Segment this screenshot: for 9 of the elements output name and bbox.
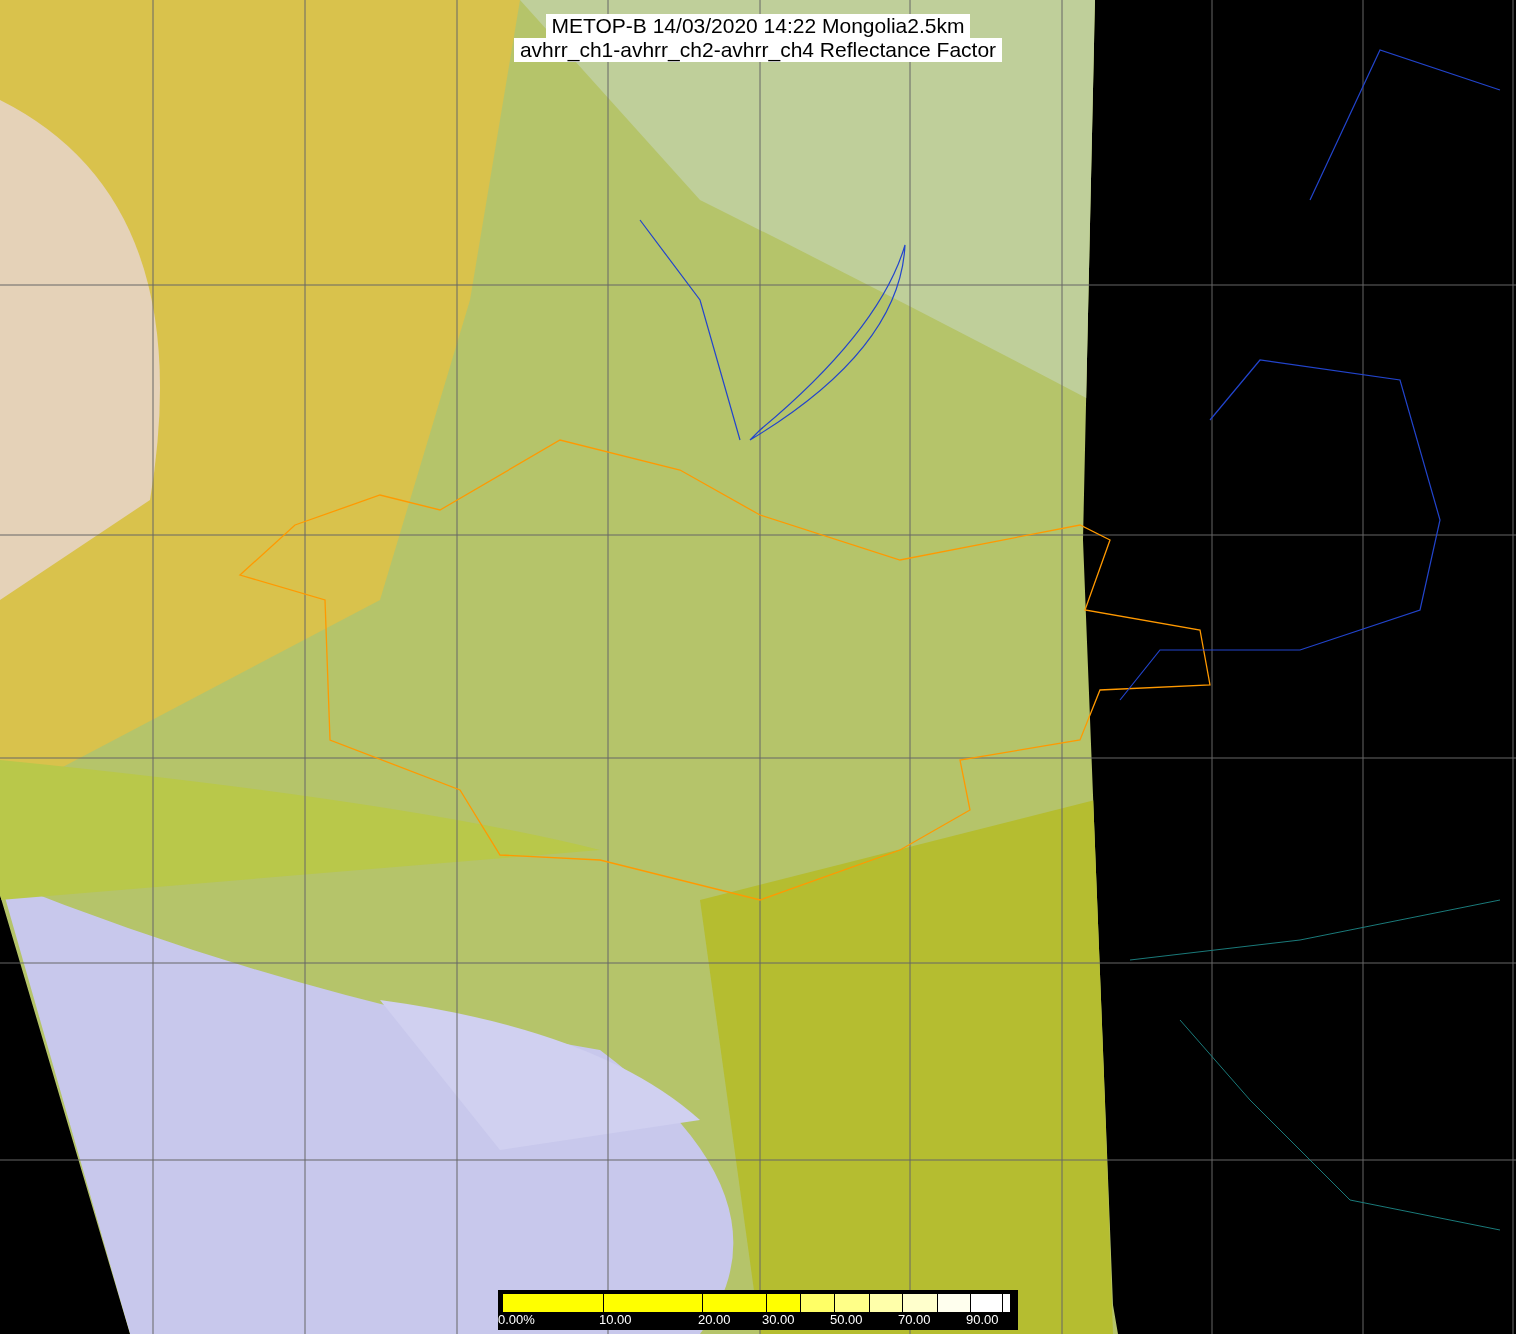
scale-label: 50.00	[830, 1313, 863, 1327]
scale-label: 30.00	[762, 1313, 795, 1327]
map-title: avhrr_ch1-avhrr_ch2-avhrr_ch4 Reflectance Factor	[513, 38, 1003, 62]
scale-label: 10.00	[599, 1313, 632, 1327]
scale-label: 70.00	[898, 1313, 931, 1327]
scale-label: 0.00%	[498, 1313, 535, 1327]
scale-label: 90.00	[966, 1313, 999, 1327]
scale-label: 20.00	[698, 1313, 731, 1327]
map-title: METOP-B 14/03/2020 14:22 Mongolia2.5km	[545, 14, 971, 38]
